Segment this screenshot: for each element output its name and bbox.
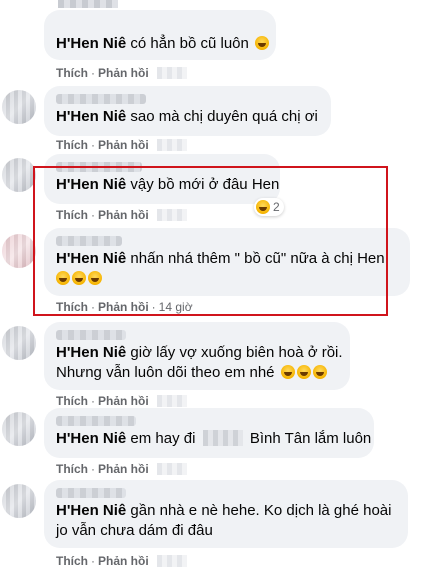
avatar[interactable] bbox=[2, 484, 36, 518]
comment-actions: Thích · Phản hồi bbox=[56, 394, 187, 408]
comment-bubble: H'Hen Niê giờ lấy vợ xuống biên hoà ở rồ… bbox=[44, 322, 350, 390]
laughing-tears-emoji-icon bbox=[280, 365, 295, 379]
laughing-tears-emoji-icon bbox=[255, 36, 270, 50]
cut-off-author-blur bbox=[58, 0, 118, 8]
reply-link[interactable]: Phản hồi bbox=[98, 554, 149, 568]
separator: · bbox=[91, 554, 95, 568]
avatar[interactable] bbox=[2, 234, 36, 268]
comment-body-after: Bình Tân lắm luôn bbox=[249, 430, 372, 447]
like-link[interactable]: Thích bbox=[56, 66, 88, 80]
highlight-box bbox=[33, 166, 388, 316]
comment-body: sao mà chị duyên quá chị ơi bbox=[130, 108, 318, 125]
separator: · bbox=[91, 138, 95, 152]
reply-link[interactable]: Phản hồi bbox=[98, 138, 149, 152]
laughing-tears-emoji-icon bbox=[296, 365, 311, 379]
comment-text-line2: Nhưng vẫn luôn dõi theo em nhé bbox=[56, 363, 338, 383]
mention-tag[interactable]: H'Hen Niê bbox=[56, 502, 126, 519]
like-link[interactable]: Thích bbox=[56, 462, 88, 476]
blurred-meta bbox=[156, 555, 187, 567]
reply-link[interactable]: Phản hồi bbox=[98, 462, 149, 476]
blurred-meta bbox=[156, 395, 187, 407]
mention-tag[interactable]: H'Hen Niê bbox=[56, 430, 126, 447]
like-link[interactable]: Thích bbox=[56, 138, 88, 152]
avatar[interactable] bbox=[2, 90, 36, 124]
author-name-blur[interactable] bbox=[56, 330, 126, 340]
avatar[interactable] bbox=[2, 158, 36, 192]
comment-bubble: H'Hen Niê em hay đi Bình Tân lắm luôn bbox=[44, 408, 374, 458]
comment-text: H'Hen Niê sao mà chị duyên quá chị ơi bbox=[56, 107, 319, 127]
author-name-blur[interactable] bbox=[56, 94, 146, 104]
comment-bubble: H'Hen Niê có hẳn bồ cũ luôn bbox=[44, 10, 276, 60]
author-name-blur[interactable] bbox=[56, 416, 136, 426]
laughing-tears-emoji-icon bbox=[312, 365, 327, 379]
blurred-meta bbox=[156, 139, 187, 151]
comment-text: H'Hen Niê gần nhà e nè hehe. Ko dịch là … bbox=[56, 501, 396, 521]
avatar[interactable] bbox=[2, 326, 36, 360]
comment-bubble: H'Hen Niê gần nhà e nè hehe. Ko dịch là … bbox=[44, 480, 408, 548]
blurred-meta bbox=[156, 463, 187, 475]
comment-body: gần nhà e nè hehe. Ko dịch là ghé hoài bbox=[130, 502, 392, 519]
comment-text: H'Hen Niê có hẳn bồ cũ luôn bbox=[56, 34, 270, 54]
comment-text-line2: jo vẫn chưa dám đi đâu bbox=[56, 521, 396, 541]
comment-body-line2: jo vẫn chưa dám đi đâu bbox=[56, 522, 213, 539]
comment-body: có hẳn bồ cũ luôn bbox=[130, 35, 249, 52]
reply-link[interactable]: Phản hồi bbox=[98, 66, 149, 80]
author-name-blur[interactable] bbox=[56, 488, 126, 498]
comment-actions: Thích · Phản hồi bbox=[56, 138, 187, 152]
comment-actions: Thích · Phản hồi bbox=[56, 462, 187, 476]
avatar[interactable] bbox=[2, 412, 36, 446]
like-link[interactable]: Thích bbox=[56, 394, 88, 408]
blurred-meta bbox=[156, 67, 187, 79]
mention-tag[interactable]: H'Hen Niê bbox=[56, 344, 126, 361]
separator: · bbox=[91, 462, 95, 476]
separator: · bbox=[91, 394, 95, 408]
separator: · bbox=[91, 66, 95, 80]
comment-text: H'Hen Niê giờ lấy vợ xuống biên hoà ở rồ… bbox=[56, 343, 343, 363]
comment-bubble: H'Hen Niê sao mà chị duyên quá chị ơi bbox=[44, 86, 331, 136]
comment-body-before: em hay đi bbox=[130, 430, 196, 447]
reply-link[interactable]: Phản hồi bbox=[98, 394, 149, 408]
mention-tag[interactable]: H'Hen Niê bbox=[56, 108, 126, 125]
comment-text: H'Hen Niê em hay đi Bình Tân lắm luôn bbox=[56, 429, 371, 449]
like-link[interactable]: Thích bbox=[56, 554, 88, 568]
comment-body: giờ lấy vợ xuống biên hoà ở rồi. bbox=[130, 344, 343, 361]
comment-body-line2: Nhưng vẫn luôn dõi theo em nhé bbox=[56, 364, 275, 381]
comment-actions: Thích · Phản hồi bbox=[56, 554, 187, 568]
redacted-text-blur bbox=[202, 430, 243, 446]
comment-actions: Thích · Phản hồi bbox=[56, 66, 187, 80]
mention-tag[interactable]: H'Hen Niê bbox=[56, 35, 126, 52]
